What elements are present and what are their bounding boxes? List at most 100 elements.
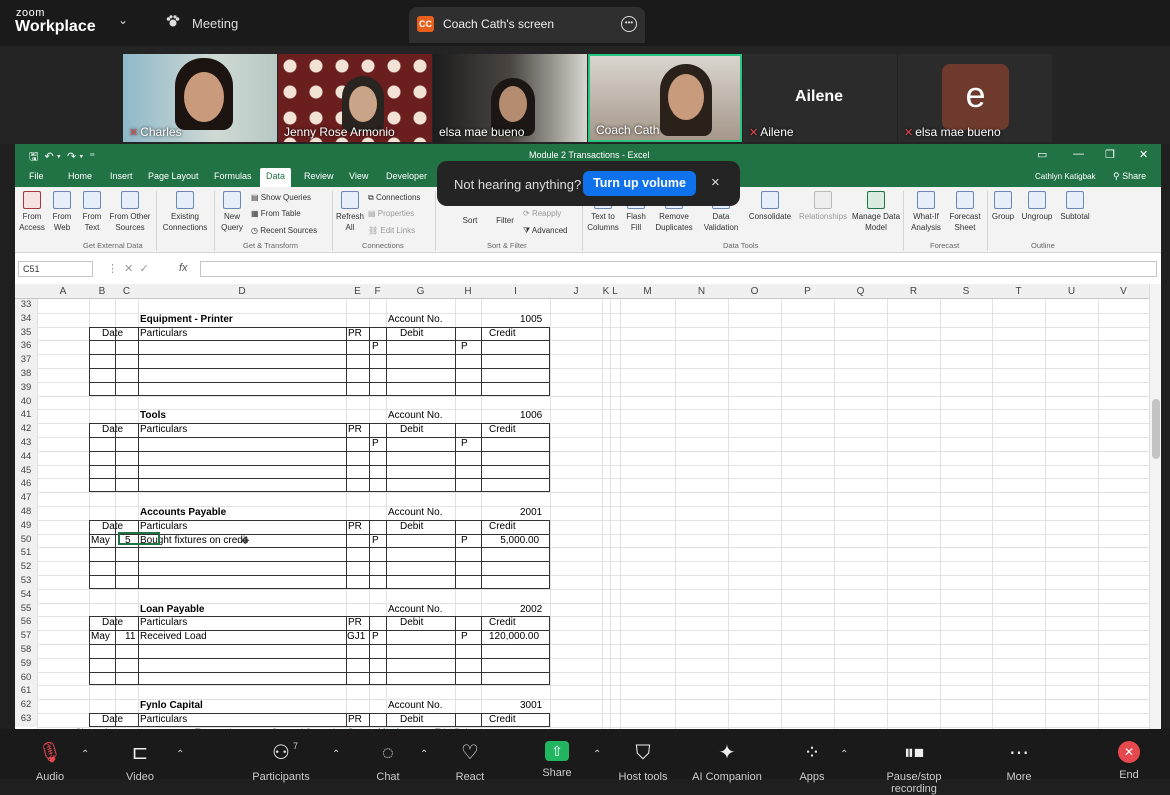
video-button[interactable]: ⊏ Video <box>100 741 180 783</box>
maximize-icon[interactable]: ❐ <box>1105 148 1115 161</box>
column-header[interactable]: O <box>728 286 781 297</box>
forecast-sheet-button[interactable]: Forecast Sheet <box>947 191 983 233</box>
column-header[interactable]: P <box>781 286 834 297</box>
column-header[interactable]: U <box>1045 286 1098 297</box>
row-header[interactable]: 37 <box>15 354 37 368</box>
column-header[interactable]: F <box>369 286 386 297</box>
group-button[interactable]: Group <box>989 191 1017 222</box>
recent-sources-button[interactable]: ◷ Recent Sources <box>251 226 317 235</box>
what-if-analysis-button[interactable]: What-If Analysis <box>905 191 947 233</box>
consolidate-button[interactable]: Consolidate <box>745 191 795 222</box>
column-header[interactable]: G <box>386 286 455 297</box>
existing-connections-button[interactable]: Existing Connections <box>159 191 211 233</box>
row-header[interactable]: 59 <box>15 657 37 672</box>
filter-button[interactable]: Filter <box>490 215 520 226</box>
chevron-up-icon[interactable]: ⌃ <box>332 749 340 760</box>
participant-tile[interactable]: ✕ Charles <box>123 54 277 142</box>
name-box[interactable]: C51 <box>18 261 93 277</box>
tab-home[interactable]: Home <box>68 171 92 181</box>
participant-tile[interactable]: e ✕ elsa mae bueno <box>898 54 1052 142</box>
more-button[interactable]: ⋯ More <box>979 741 1059 783</box>
from-text-button[interactable]: From Text <box>78 191 106 233</box>
manage-data-model-button[interactable]: Manage Data Model <box>851 191 901 233</box>
column-header[interactable]: C <box>115 286 138 297</box>
show-queries-button[interactable]: ▤ Show Queries <box>251 193 311 202</box>
tab-view[interactable]: View <box>349 171 368 181</box>
chevron-up-icon[interactable]: ⌃ <box>176 749 184 760</box>
column-header[interactable]: L <box>610 286 620 297</box>
chevron-down-icon[interactable]: ⌄ <box>118 13 128 27</box>
column-header[interactable]: E <box>346 286 369 297</box>
row-header[interactable]: 53 <box>15 575 37 589</box>
row-header[interactable]: 47 <box>15 492 37 506</box>
column-header[interactable]: D <box>138 286 346 297</box>
turn-up-volume-button[interactable]: Turn up volume <box>583 171 696 196</box>
relationships-button[interactable]: Relationships <box>796 191 850 222</box>
row-header[interactable]: 33 <box>15 299 37 313</box>
close-icon[interactable]: × <box>711 174 720 191</box>
column-header[interactable]: M <box>620 286 675 297</box>
worksheet-grid[interactable]: ABCDEFGHIJKLMNOPQRSTUV 33 34 35 36 37 38 39 40 4… <box>15 284 1161 729</box>
more-options-icon[interactable]: ••• <box>621 16 637 32</box>
share-button[interactable]: ⇧ Share <box>517 741 597 779</box>
selected-cell[interactable] <box>118 532 160 545</box>
row-header[interactable]: 44 <box>15 450 37 465</box>
from-web-button[interactable]: From Web <box>48 191 76 233</box>
close-icon[interactable]: ✕ <box>1139 148 1148 161</box>
insert-function-icon[interactable]: fx <box>179 262 188 274</box>
row-header[interactable]: 61 <box>15 685 37 700</box>
row-header[interactable]: 50 <box>15 533 37 548</box>
row-header[interactable]: 62 <box>15 699 37 713</box>
chat-button[interactable]: ◌ Chat <box>348 741 428 783</box>
ribbon-display-icon[interactable]: ▭ <box>1037 148 1047 161</box>
column-header[interactable]: R <box>887 286 940 297</box>
row-header[interactable]: 55 <box>15 602 37 617</box>
edit-links-button[interactable]: ⛓ Edit Links <box>368 226 415 235</box>
row-header[interactable]: 63 <box>15 713 37 727</box>
row-header[interactable]: 42 <box>15 423 37 437</box>
column-header[interactable]: V <box>1098 286 1149 297</box>
tab-formulas[interactable]: Formulas <box>214 171 252 181</box>
chevron-up-icon[interactable]: ⌃ <box>593 749 601 760</box>
column-header[interactable]: N <box>675 286 728 297</box>
refresh-all-button[interactable]: Refresh All <box>335 191 365 233</box>
column-header[interactable]: I <box>481 286 550 297</box>
row-header[interactable]: 56 <box>15 616 37 631</box>
react-button[interactable]: ♡ React <box>430 741 510 783</box>
participant-tile[interactable]: elsa mae bueno <box>433 54 587 142</box>
row-header[interactable]: 40 <box>15 395 37 410</box>
advanced-button[interactable]: ⧩ Advanced <box>523 226 568 236</box>
row-header[interactable]: 58 <box>15 644 37 658</box>
pause-stop-recording-button[interactable]: ⏸⏹ Pause/stop recording <box>874 741 954 795</box>
row-header[interactable]: 49 <box>15 519 37 534</box>
participants-button[interactable]: ⚇ 7 Participants <box>241 741 321 783</box>
participant-tile-active-speaker[interactable]: Coach Cath <box>588 54 742 142</box>
from-other-sources-button[interactable]: From Other Sources <box>107 191 153 233</box>
minimize-icon[interactable]: — <box>1073 148 1084 160</box>
column-header[interactable]: K <box>602 286 610 297</box>
sort-button[interactable]: Sort <box>455 215 485 226</box>
ungroup-button[interactable]: Ungroup <box>1018 191 1056 222</box>
row-header[interactable]: 52 <box>15 561 37 575</box>
column-header[interactable]: J <box>550 286 602 297</box>
column-header[interactable]: H <box>455 286 481 297</box>
tab-data[interactable]: Data <box>260 168 292 187</box>
row-header[interactable]: 41 <box>15 409 37 424</box>
tab-review[interactable]: Review <box>304 171 334 181</box>
tab-developer[interactable]: Developer <box>386 171 427 181</box>
quick-access-toolbar[interactable]: 🖫 ↶ ▾ ↷ ▾ ⁼ <box>29 148 95 167</box>
subtotal-button[interactable]: Subtotal <box>1056 191 1094 222</box>
row-header[interactable]: 38 <box>15 368 37 382</box>
row-header[interactable]: 45 <box>15 464 37 479</box>
apps-button[interactable]: ⁘ Apps <box>772 741 852 783</box>
chevron-up-icon[interactable]: ⌃ <box>81 749 89 760</box>
properties-button[interactable]: ▤ Properties <box>368 209 414 218</box>
chevron-up-icon[interactable]: ⌃ <box>840 749 848 760</box>
formula-input[interactable] <box>200 261 1157 277</box>
column-header[interactable]: T <box>992 286 1045 297</box>
scroll-thumb[interactable] <box>1152 399 1160 459</box>
column-header[interactable]: B <box>89 286 115 297</box>
row-header[interactable]: 46 <box>15 478 37 493</box>
from-access-button[interactable]: From Access <box>18 191 46 233</box>
host-tools-button[interactable]: ⛉ Host tools <box>603 741 683 783</box>
